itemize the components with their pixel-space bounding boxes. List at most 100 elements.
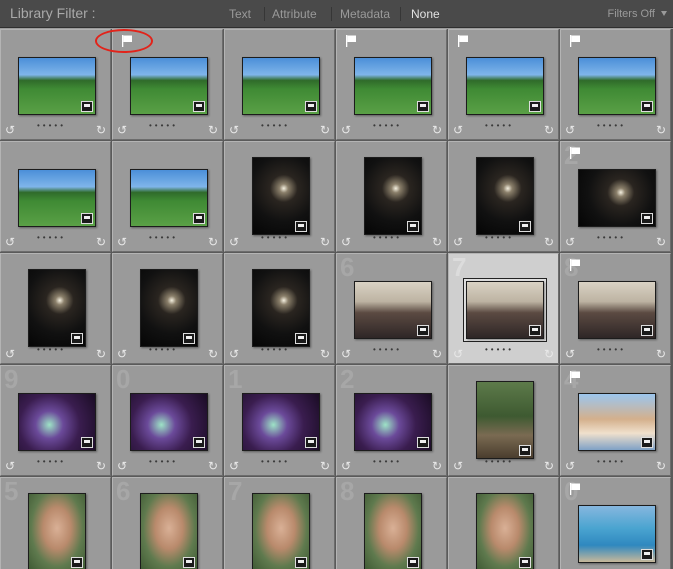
photo-thumbnail[interactable] [476,381,534,459]
star-rating-dots[interactable]: ••••• [373,121,402,130]
star-rating-dots[interactable]: ••••• [261,457,290,466]
grid-cell[interactable]: ••••• ↺ ↻ [0,29,111,140]
star-rating-dots[interactable]: ••••• [149,233,178,242]
flag-icon[interactable] [569,483,581,495]
photo-thumbnail[interactable] [476,493,534,569]
grid-cell[interactable]: ••••• ↺ ↻ [224,141,335,252]
rotate-right-icon[interactable]: ↻ [432,235,442,249]
rotate-right-icon[interactable]: ↻ [96,235,106,249]
rotate-left-icon[interactable]: ↺ [229,123,239,137]
flag-icon[interactable] [457,35,469,47]
rotate-right-icon[interactable]: ↻ [208,459,218,473]
rotate-right-icon[interactable]: ↻ [208,235,218,249]
photo-thumbnail[interactable] [18,393,96,451]
metadata-badge-icon[interactable] [295,221,307,232]
photo-thumbnail[interactable] [28,269,86,347]
photo-thumbnail[interactable] [466,57,544,115]
rotate-right-icon[interactable]: ↻ [656,347,666,361]
metadata-badge-icon[interactable] [81,101,93,112]
rotate-right-icon[interactable]: ↻ [432,459,442,473]
rotate-left-icon[interactable]: ↺ [117,347,127,361]
photo-thumbnail[interactable] [578,393,656,451]
star-rating-dots[interactable]: ••••• [485,121,514,130]
star-rating-dots[interactable]: ••••• [261,121,290,130]
grid-cell[interactable]: 0•••••↺↻ [560,477,671,569]
grid-cell[interactable]: 4 ••••• ↺ ↻ [560,365,671,476]
filter-text-tab[interactable]: Text [229,7,251,21]
photo-thumbnail[interactable] [252,493,310,569]
rotate-left-icon[interactable]: ↺ [565,235,575,249]
photo-thumbnail[interactable] [354,57,432,115]
rotate-right-icon[interactable]: ↻ [208,347,218,361]
rotate-left-icon[interactable]: ↺ [5,123,15,137]
photo-thumbnail[interactable] [578,505,656,563]
metadata-badge-icon[interactable] [417,325,429,336]
flag-icon[interactable] [569,35,581,47]
rotate-right-icon[interactable]: ↻ [544,459,554,473]
star-rating-dots[interactable]: ••••• [37,233,66,242]
star-rating-dots[interactable]: ••••• [373,457,402,466]
star-rating-dots[interactable]: ••••• [485,233,514,242]
star-rating-dots[interactable]: ••••• [149,121,178,130]
rotate-left-icon[interactable]: ↺ [229,235,239,249]
photo-thumbnail[interactable] [252,157,310,235]
metadata-badge-icon[interactable] [529,101,541,112]
grid-cell[interactable]: 6•••••↺↻ [112,477,223,569]
star-rating-dots[interactable]: ••••• [485,345,514,354]
grid-cell[interactable]: •••••↺↻ [560,29,671,140]
rotate-left-icon[interactable]: ↺ [341,347,351,361]
metadata-badge-icon[interactable] [305,101,317,112]
chevron-down-icon[interactable] [661,11,667,16]
photo-thumbnail[interactable] [354,393,432,451]
grid-cell[interactable]: •••••↺↻ [448,477,559,569]
photo-thumbnail[interactable] [140,493,198,569]
metadata-badge-icon[interactable] [641,213,653,224]
grid-cell[interactable]: 2 ••••• ↺ ↻ [336,365,447,476]
star-rating-dots[interactable]: ••••• [37,457,66,466]
star-rating-dots[interactable]: ••••• [597,457,626,466]
metadata-badge-icon[interactable] [417,101,429,112]
metadata-badge-icon[interactable] [193,213,205,224]
rotate-right-icon[interactable]: ↻ [320,347,330,361]
star-rating-dots[interactable]: ••••• [261,345,290,354]
grid-cell[interactable]: 8•••••↺↻ [560,253,671,364]
photo-thumbnail[interactable] [476,157,534,235]
rotate-left-icon[interactable]: ↺ [5,459,15,473]
metadata-badge-icon[interactable] [519,221,531,232]
filters-off-dropdown[interactable]: Filters Off [608,8,655,20]
rotate-right-icon[interactable]: ↻ [320,235,330,249]
grid-cell[interactable]: 1 ••••• ↺ ↻ [224,365,335,476]
star-rating-dots[interactable]: ••••• [37,121,66,130]
metadata-badge-icon[interactable] [81,213,93,224]
star-rating-dots[interactable]: ••••• [597,233,626,242]
metadata-badge-icon[interactable] [193,101,205,112]
metadata-badge-icon[interactable] [183,333,195,344]
grid-cell[interactable]: •••••↺↻ [0,253,111,364]
metadata-badge-icon[interactable] [193,437,205,448]
photo-thumbnail[interactable] [130,169,208,227]
photo-thumbnail[interactable] [252,269,310,347]
star-rating-dots[interactable]: ••••• [373,233,402,242]
star-rating-dots[interactable]: ••••• [149,457,178,466]
photo-thumbnail[interactable] [18,169,96,227]
metadata-badge-icon[interactable] [641,437,653,448]
star-rating-dots[interactable]: ••••• [597,345,626,354]
star-rating-dots[interactable]: ••••• [261,233,290,242]
metadata-badge-icon[interactable] [519,445,531,456]
metadata-badge-icon[interactable] [295,557,307,568]
grid-cell[interactable]: 9 ••••• ↺ ↻ [0,365,111,476]
flag-icon[interactable] [569,259,581,271]
grid-cell[interactable]: •••••↺↻ [112,141,223,252]
photo-thumbnail[interactable] [466,281,544,339]
grid-cell[interactable]: 2 ••••• ↺ ↻ [560,141,671,252]
star-rating-dots[interactable]: ••••• [149,345,178,354]
photo-thumbnail[interactable] [364,157,422,235]
star-rating-dots[interactable]: ••••• [37,345,66,354]
star-rating-dots[interactable]: ••••• [485,457,514,466]
photo-thumbnail[interactable] [130,393,208,451]
photo-thumbnail[interactable] [28,493,86,569]
rotate-left-icon[interactable]: ↺ [341,459,351,473]
grid-cell[interactable]: •••••↺↻ [336,29,447,140]
filter-attribute-tab[interactable]: Attribute [272,7,317,21]
rotate-right-icon[interactable]: ↻ [96,123,106,137]
